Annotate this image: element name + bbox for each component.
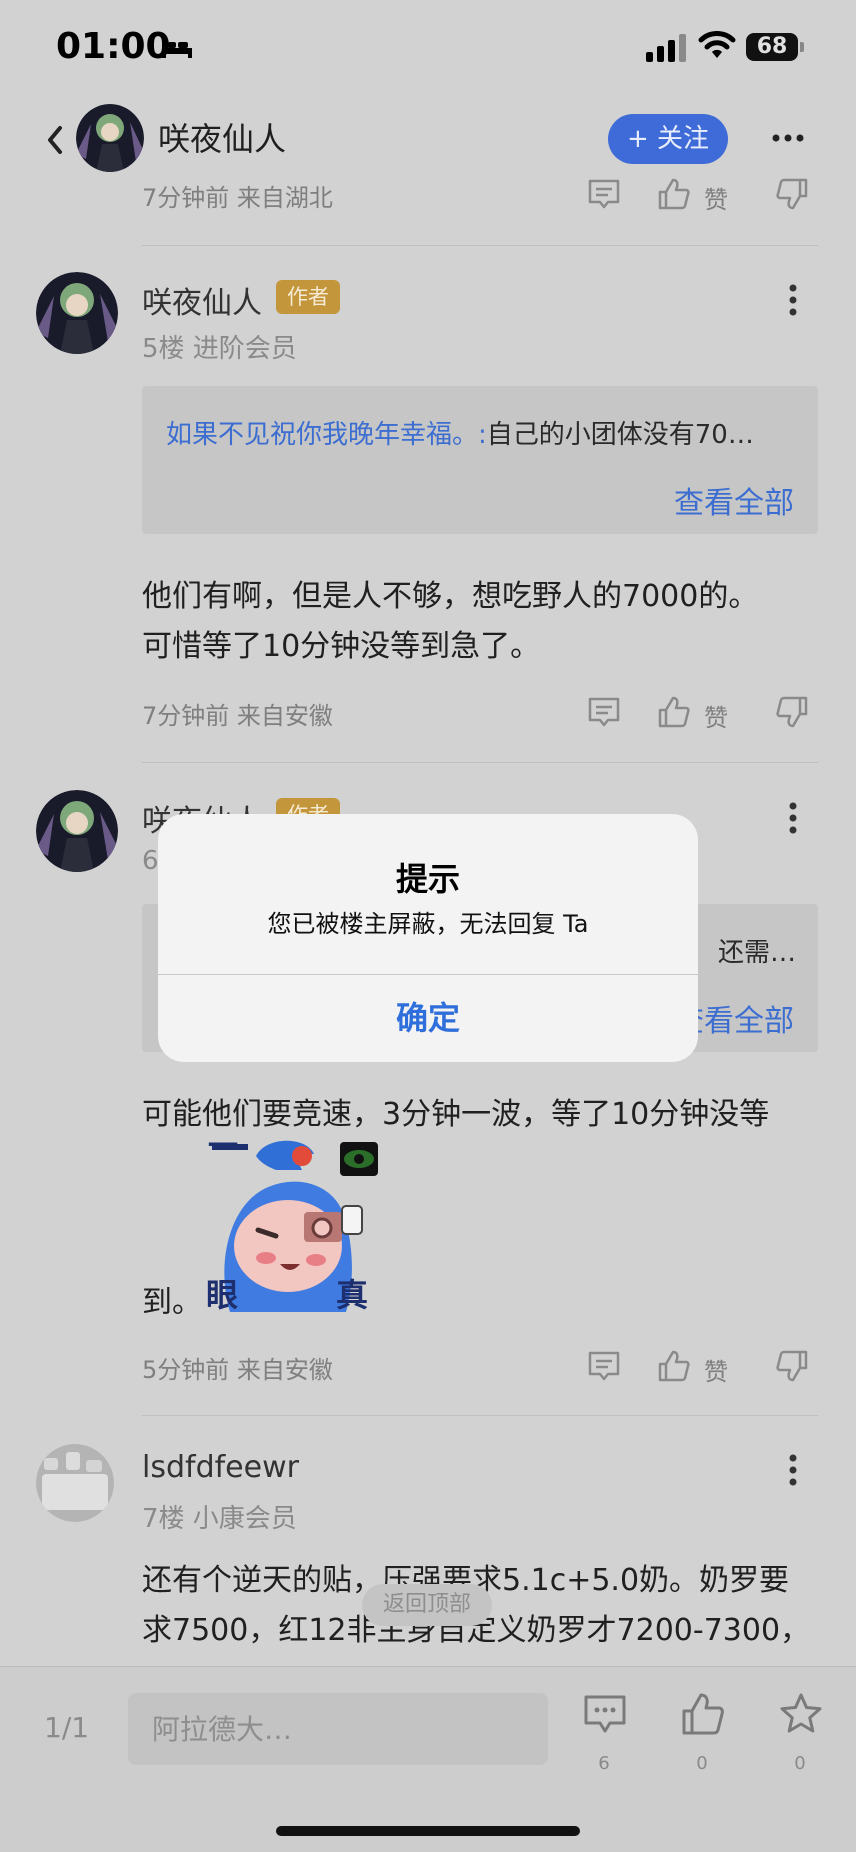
star-count: 0 [794,1753,806,1774]
reply-avatar[interactable] [36,272,118,354]
like-count: 0 [696,1753,708,1774]
quote-line: 还需… [718,932,796,969]
reply-body: 可能他们要竞速，3分钟一波，等了10分钟没等 [142,1090,822,1140]
reply-time-location: 7分钟前 来自安徽 [142,702,333,730]
like-button[interactable]: 0 [672,1691,732,1781]
reply-actions: 赞 [586,1348,816,1388]
dialog-title: 提示 [395,860,460,898]
battery-cap [800,42,804,52]
sticker-image: 一 眼 真 [206,1136,378,1312]
thumbs-down-icon[interactable] [774,176,810,212]
quote-text: 还需… [718,938,797,968]
status-time: 01:00 [56,26,171,67]
back-to-top-button[interactable]: 返回顶部 [362,1584,492,1626]
sticker-text: 眼 [206,1276,238,1312]
divider [142,762,818,763]
sticker-text: 真 [336,1276,368,1312]
like-label[interactable]: 赞 [704,1352,728,1387]
follow-button[interactable]: + 关注 [608,114,728,164]
kebab-menu-icon[interactable] [778,1450,808,1490]
battery-icon: 68 [746,33,798,61]
thumbs-up-icon[interactable] [656,1348,692,1384]
thumbs-up-icon[interactable] [656,176,692,212]
comments-button[interactable]: 6 [574,1691,634,1781]
reply-time-location: 7分钟前 来自湖北 [142,184,333,212]
quote-author[interactable]: 如果不见祝你我晚年幸福。: [166,420,487,450]
kebab-menu-icon[interactable] [778,798,808,838]
reply-actions: 赞 [586,694,816,734]
reply-avatar[interactable] [36,1444,114,1522]
sticker-text: 一 [208,1136,238,1164]
dialog-message: 您已被楼主屏蔽，无法回复 Ta [267,910,589,938]
favorite-button[interactable]: 0 [770,1691,830,1781]
reply-body-line: 可能他们要竞速，3分钟一波，等了10分钟没等 [142,1097,770,1132]
reply-floor: 5楼 进阶会员 [142,334,297,364]
alert-dialog: 提示 您已被楼主屏蔽，无法回复 Ta 确定 [158,814,698,1062]
page-indicator[interactable]: 1/1 [44,1711,89,1744]
bottom-bar: 1/1 6 0 0 [0,1666,856,1852]
comment-icon[interactable] [586,694,622,730]
screen: 01:00 68 咲夜仙人 + 关注 7分钟前 来自湖北 赞 咲夜仙人 作者 5… [0,0,856,1852]
reply-username[interactable]: 咲夜仙人 [142,278,262,322]
view-all-link[interactable]: 查看全部 [674,478,794,522]
kebab-menu-icon[interactable] [778,280,808,320]
comment-icon [584,1695,626,1733]
thumbs-down-icon[interactable] [774,1348,810,1384]
like-label[interactable]: 赞 [704,180,728,215]
star-icon [780,1693,822,1733]
reply-body-line: 可惜等了10分钟没等到急了。 [142,629,541,664]
reply-body-line: 他们有啊，但是人不够，想吃野人的7000的。 [142,579,759,614]
quote-line: 如果不见祝你我晚年幸福。:自己的小团体没有70… [166,414,754,451]
thumbs-up-icon [682,1693,724,1735]
sleep-bed-icon [162,38,192,58]
reply-username[interactable]: lsdfdfeewr [142,1450,299,1485]
comment-count: 6 [598,1753,610,1774]
thumbs-up-icon[interactable] [656,694,692,730]
thread-header: 咲夜仙人 + 关注 [0,96,856,186]
wifi-icon [698,31,736,58]
thumbs-down-icon[interactable] [774,694,810,730]
reply-floor: 6 [142,846,159,876]
dialog-confirm-button[interactable]: 确定 [158,975,698,1062]
home-indicator[interactable] [276,1826,580,1836]
like-label[interactable]: 赞 [704,698,728,733]
quoted-reply[interactable]: 如果不见祝你我晚年幸福。:自己的小团体没有70… 查看全部 [142,386,818,534]
comment-icon[interactable] [586,1348,622,1384]
cellular-signal-icon [646,34,686,62]
header-avatar[interactable] [76,104,144,172]
back-chevron-icon[interactable] [38,118,72,162]
author-badge: 作者 [276,280,340,314]
reply-time-location: 5分钟前 来自安徽 [142,1356,333,1384]
quote-text: 自己的小团体没有70… [486,420,754,450]
reply-floor: 7楼 小康会员 [142,1504,297,1534]
divider [142,245,818,246]
reply-avatar[interactable] [36,790,118,872]
reply-actions: 赞 [586,176,816,216]
divider [142,1415,818,1416]
reply-input[interactable] [128,1693,548,1765]
reply-body: 他们有啊，但是人不够，想吃野人的7000的。 可惜等了10分钟没等到急了。 [142,572,822,672]
more-options-icon[interactable] [768,118,808,158]
comment-icon[interactable] [586,176,622,212]
status-bar: 01:00 68 [0,0,856,96]
header-username: 咲夜仙人 [158,120,287,158]
